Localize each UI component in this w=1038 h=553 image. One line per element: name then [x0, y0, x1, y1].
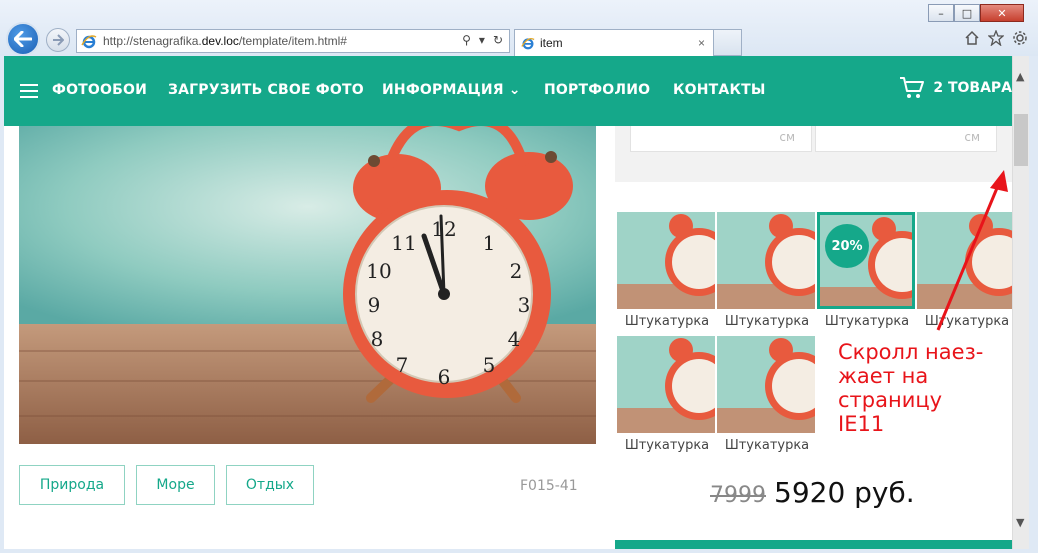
ie-window: – □ ✕ http://stenagrafika.dev.loc/templa…	[0, 0, 1038, 553]
cart-count: 2 ТОВАРА	[933, 80, 1012, 96]
svg-text:9: 9	[368, 293, 381, 317]
alarm-clock-photo: 12 1 2 3 4 5 6 7 8 9 10 11	[19, 126, 596, 444]
height-unit: см	[964, 130, 980, 144]
site-header: ФОТООБОИ ЗАГРУЗИТЬ СВОЕ ФОТО ИНФОРМАЦИЯ …	[4, 56, 1012, 126]
page-viewport: ФОТООБОИ ЗАГРУЗИТЬ СВОЕ ФОТО ИНФОРМАЦИЯ …	[4, 56, 1012, 549]
texture-label: Штукатурка	[624, 314, 710, 329]
browser-tools	[964, 30, 1028, 46]
svg-text:10: 10	[366, 259, 391, 283]
discount-badge: 20%	[825, 224, 869, 268]
buy-button-edge[interactable]	[615, 540, 1012, 549]
nav-item-contacts[interactable]: КОНТАКТЫ	[673, 82, 766, 98]
nav-item-portfolio[interactable]: ПОРТФОЛИО	[544, 82, 650, 98]
texture-thumb[interactable]: 20%	[817, 212, 915, 309]
width-unit: см	[779, 130, 795, 144]
texture-thumb[interactable]	[617, 212, 715, 309]
texture-thumb[interactable]	[617, 336, 715, 433]
nav-item-upload-photo[interactable]: ЗАГРУЗИТЬ СВОЕ ФОТО	[168, 82, 364, 98]
scroll-thumb[interactable]	[1014, 114, 1028, 166]
nav-item-wallpapers[interactable]: ФОТООБОИ	[52, 82, 147, 98]
nav-item-info-label: ИНФОРМАЦИЯ	[382, 82, 504, 98]
address-url: http://stenagrafika.dev.loc/template/ite…	[103, 34, 347, 48]
new-tab-button[interactable]	[714, 29, 742, 56]
texture-thumb[interactable]	[717, 212, 815, 309]
scroll-down-icon[interactable]: ▼	[1016, 516, 1024, 529]
address-actions: ⚲ ▾ ↻	[462, 33, 503, 47]
svg-text:12: 12	[431, 217, 456, 241]
chevron-down-icon: ⌄	[503, 82, 521, 98]
window-frame-right	[1029, 56, 1038, 553]
window-controls: – □ ✕	[928, 4, 1024, 22]
svg-text:4: 4	[508, 327, 521, 351]
annotation-arrow	[936, 170, 1008, 331]
new-price: 5920 руб.	[774, 476, 915, 509]
forward-button[interactable]	[46, 28, 70, 52]
svg-text:3: 3	[518, 293, 531, 317]
svg-text:1: 1	[483, 231, 496, 255]
home-icon[interactable]	[964, 30, 980, 46]
maximize-button[interactable]: □	[954, 4, 980, 22]
arrow-left-icon	[14, 31, 32, 47]
texture-label: Штукатурка	[724, 314, 810, 329]
height-field[interactable]: см	[815, 126, 997, 152]
tab-item[interactable]: item ×	[514, 29, 714, 56]
arrow-right-icon	[53, 34, 64, 46]
price: 7999 5920 руб.	[710, 476, 915, 509]
old-price: 7999	[710, 483, 766, 508]
minimize-button[interactable]: –	[928, 4, 954, 22]
svg-text:7: 7	[396, 353, 409, 377]
svg-text:5: 5	[483, 353, 496, 377]
settings-gear-icon[interactable]	[1012, 30, 1028, 46]
texture-thumb[interactable]	[717, 336, 815, 433]
tag-rest[interactable]: Отдых	[226, 465, 314, 505]
nav-item-info[interactable]: ИНФОРМАЦИЯ ⌄	[382, 82, 521, 98]
ie-logo-icon	[81, 35, 97, 49]
cart[interactable]: 2 ТОВАРА	[899, 76, 1012, 100]
texture-label: Штукатурка	[824, 314, 910, 329]
annotation-line: IE11	[838, 412, 885, 436]
page-scrollbar[interactable]: ▲ ▼	[1012, 56, 1029, 549]
scroll-up-icon[interactable]: ▲	[1016, 70, 1024, 83]
back-button[interactable]	[6, 22, 40, 56]
texture-label: Штукатурка	[724, 438, 810, 453]
browser-chrome: – □ ✕ http://stenagrafika.dev.loc/templa…	[0, 0, 1038, 56]
tag-nature[interactable]: Природа	[19, 465, 125, 505]
cart-icon	[900, 77, 925, 98]
svg-text:2: 2	[510, 259, 523, 283]
svg-text:6: 6	[438, 365, 451, 389]
window-frame-bottom	[0, 549, 1038, 553]
address-bar[interactable]: http://stenagrafika.dev.loc/template/ite…	[76, 29, 510, 53]
svg-text:11: 11	[391, 231, 416, 255]
dropdown-icon[interactable]: ▾	[479, 33, 485, 47]
width-field[interactable]: см	[630, 126, 812, 152]
refresh-icon[interactable]: ↻	[493, 33, 503, 47]
svg-text:8: 8	[371, 327, 384, 351]
annotation-note: Скролл наез- жает на страницу IE11	[838, 340, 1008, 436]
texture-label: Штукатурка	[624, 438, 710, 453]
tab-title: item	[540, 36, 563, 50]
favorites-star-icon[interactable]	[988, 30, 1004, 46]
ie-tab-icon	[521, 37, 535, 50]
product-photo[interactable]: 12 1 2 3 4 5 6 7 8 9 10 11	[19, 126, 596, 444]
close-window-button[interactable]: ✕	[980, 4, 1024, 22]
menu-hamburger-icon[interactable]	[20, 84, 38, 102]
tag-sea[interactable]: Море	[136, 465, 215, 505]
tab-close-icon[interactable]: ×	[698, 36, 705, 50]
annotation-line: Скролл наез-	[838, 340, 984, 364]
annotation-line: жает на	[838, 364, 929, 388]
search-icon[interactable]: ⚲	[462, 33, 471, 47]
annotation-line: страницу	[838, 388, 943, 412]
product-sku: F015-41	[520, 478, 578, 494]
